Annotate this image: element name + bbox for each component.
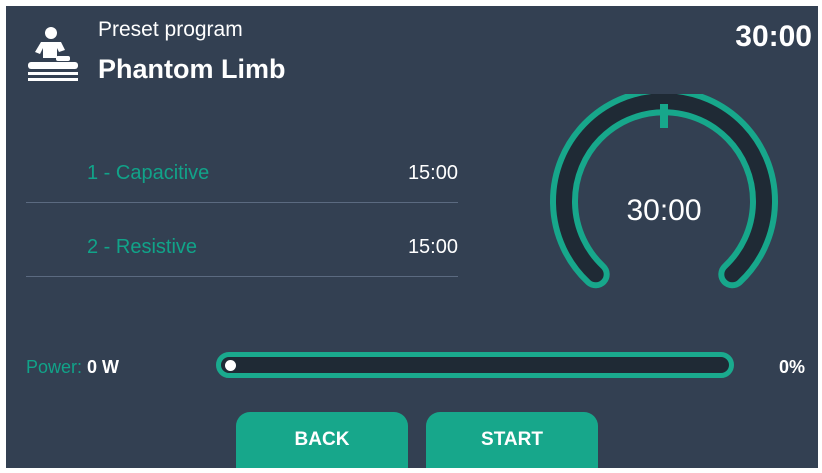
power-label-text: Power: [26, 357, 83, 377]
program-title: Phantom Limb [98, 54, 286, 84]
power-label: Power: 0 W [26, 357, 119, 378]
divider [26, 202, 458, 203]
phase-duration: 15:00 [407, 162, 458, 184]
phase-row: 1 - Capacitive 15:00 [26, 156, 458, 198]
phase-row: 2 - Resistive 15:00 [26, 230, 458, 272]
divider [26, 276, 458, 277]
start-button[interactable]: START [426, 412, 598, 468]
preset-program-subtitle: Preset program [98, 18, 243, 41]
power-percent: 0% [778, 357, 805, 377]
power-slider-knob[interactable] [225, 360, 236, 371]
phase-duration: 15:00 [407, 236, 458, 258]
total-time-display: 30:00 [735, 20, 812, 53]
phase-name: 1 - Capacitive [87, 162, 210, 184]
gauge-time-value: 30:00 [626, 194, 702, 227]
power-slider[interactable] [216, 352, 734, 378]
device-screen: Preset program Phantom Limb 30:00 1 - Ca… [6, 6, 818, 468]
power-value: 0 W [87, 357, 120, 377]
massage-therapy-icon [28, 27, 78, 81]
back-button[interactable]: BACK [236, 412, 408, 468]
phase-name: 2 - Resistive [87, 236, 198, 258]
